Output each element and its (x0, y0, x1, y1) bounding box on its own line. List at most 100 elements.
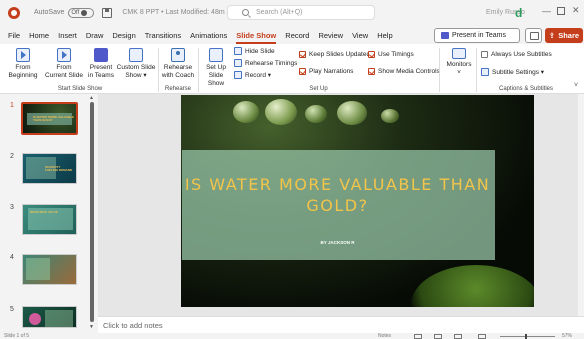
group-rehearse: Rehearse (164, 86, 191, 92)
normal-view-icon[interactable] (414, 334, 422, 339)
slide-thumbnail-1[interactable]: IS WATER MORE VALUABLE THAN GOLD? (21, 102, 78, 135)
slide-title[interactable]: IS WATER MORE VALUABLE THAN GOLD? (181, 174, 494, 216)
autosave-toggle[interactable]: Off (68, 7, 95, 18)
scroll-down-icon[interactable]: ▼ (89, 324, 94, 330)
slide-number: 2 (10, 153, 14, 160)
custom-slide-show-button[interactable]: Custom Slide Show ▾ (116, 48, 156, 80)
zoom-slider-thumb[interactable] (525, 334, 527, 339)
record-label: Record ▾ (245, 72, 272, 79)
close-icon[interactable]: ✕ (572, 5, 580, 16)
present-in-teams-ribbon-button[interactable]: Present in Teams (86, 48, 116, 80)
zoom-level[interactable]: 57% (562, 333, 572, 339)
tab-slide-show[interactable]: Slide Show (236, 31, 277, 44)
tab-file[interactable]: File (8, 31, 20, 40)
toggle-knob-icon (81, 9, 88, 16)
hide-slide-label: Hide Slide (245, 47, 275, 55)
rehearse-timings-button[interactable]: Rehearse Timings (234, 59, 297, 67)
custom-show-label-1: Custom Slide (116, 64, 156, 71)
subtitle-icon (481, 68, 489, 76)
water-drop-image (305, 105, 327, 123)
search-input[interactable]: Search (Alt+Q) (227, 5, 375, 20)
tab-home[interactable]: Home (29, 31, 49, 40)
subtitle-settings-label: Subtitle Settings ▾ (492, 69, 545, 76)
from-current-label-2: Current Slide (45, 72, 83, 79)
tab-animations[interactable]: Animations (190, 31, 227, 40)
custom-show-icon (129, 48, 143, 62)
slide-thumbnail-5[interactable] (22, 306, 77, 328)
scroll-up-icon[interactable]: ▲ (89, 95, 94, 101)
from-beginning-label-2: Beginning (8, 72, 38, 79)
designer-icon[interactable]: d (515, 6, 528, 20)
tab-insert[interactable]: Insert (58, 31, 77, 40)
thumbnail-title: IS WATER MORE VALUABLE THAN GOLD? (33, 115, 75, 122)
thumbnail-content-band (26, 258, 50, 280)
teams-icon (94, 48, 108, 62)
tab-draw[interactable]: Draw (86, 31, 104, 40)
search-placeholder: Search (Alt+Q) (256, 9, 303, 16)
from-beginning-button[interactable]: From Beginning (4, 48, 42, 80)
thumbnail-title: SCARCITY FUELING DEMAND (45, 165, 73, 172)
slide-subtitle[interactable]: BY JACKSON R (181, 240, 494, 245)
subtitle-settings-button[interactable]: Subtitle Settings ▾ (481, 68, 544, 76)
reading-view-icon[interactable] (454, 334, 462, 339)
tab-help[interactable]: Help (377, 31, 392, 40)
tab-review[interactable]: Review (318, 31, 343, 40)
slide-sorter-icon[interactable] (434, 334, 442, 339)
tab-view[interactable]: View (352, 31, 368, 40)
keep-slides-updated-checkbox[interactable]: Keep Slides Updated (299, 51, 370, 58)
status-bar: Slide 1 of 5 Notes 57% (0, 333, 584, 339)
chevron-down-icon: ˅ (457, 69, 461, 76)
hide-slide-button[interactable]: Hide Slide (234, 47, 275, 55)
play-narrations-checkbox[interactable]: Play Narrations (299, 68, 353, 75)
slide-number: 4 (10, 254, 14, 261)
monitor-icon (452, 48, 466, 59)
checkbox-checked-icon (299, 68, 306, 75)
ribbon-collapse-icon[interactable]: ˅ (574, 82, 578, 89)
notes-toggle-button[interactable]: Notes (378, 333, 391, 339)
tab-record[interactable]: Record (285, 31, 309, 40)
rehearse-coach-label-1: Rehearse (163, 64, 193, 71)
present-in-teams-button[interactable]: Present in Teams (434, 28, 520, 43)
save-icon[interactable] (102, 7, 113, 18)
zoom-slider[interactable] (500, 336, 555, 337)
comments-icon[interactable] (525, 28, 542, 43)
show-media-controls-checkbox[interactable]: Show Media Controls (368, 68, 440, 75)
tab-design[interactable]: Design (112, 31, 135, 40)
rehearse-with-coach-button[interactable]: Rehearse with Coach (160, 48, 196, 80)
tab-transitions[interactable]: Transitions (145, 31, 181, 40)
editor-scrollbar[interactable] (578, 94, 584, 316)
always-use-subtitles-label: Always Use Subtitles (491, 51, 552, 58)
hide-slide-icon (234, 47, 242, 55)
monitors-button[interactable]: Monitors ˅ (443, 48, 475, 77)
set-up-slide-show-button[interactable]: Set Up Slide Show (200, 48, 232, 88)
checkbox-checked-icon (368, 68, 375, 75)
autosave-label: AutoSave (34, 9, 65, 16)
group-captions-subtitles: Captions & Subtitles (498, 86, 554, 92)
maximize-icon[interactable] (557, 7, 565, 15)
slide-thumbnail-2[interactable]: SCARCITY FUELING DEMAND (22, 153, 77, 184)
water-drop-image (265, 99, 297, 125)
present-in-teams-label: Present in Teams (452, 32, 506, 39)
slide-thumbnail-4[interactable] (22, 254, 77, 285)
custom-show-label-2: Show ▾ (125, 72, 147, 79)
play-icon (16, 48, 30, 62)
share-button[interactable]: ⇪ Share (545, 28, 583, 43)
slide-show-view-icon[interactable] (478, 334, 486, 339)
slide-number: 3 (10, 204, 14, 211)
setup-icon (209, 48, 223, 62)
notes-pane[interactable]: Click to add notes (98, 316, 584, 333)
slide-thumbnail-3[interactable]: RESOURCE VALUE (22, 204, 77, 235)
minimize-icon[interactable]: — (542, 6, 551, 16)
always-use-subtitles-checkbox[interactable]: Always Use Subtitles (481, 51, 552, 58)
from-current-slide-button[interactable]: From Current Slide (44, 48, 84, 80)
flower-image (29, 313, 41, 325)
record-button[interactable]: Record ▾ (234, 71, 271, 79)
thumbnails-scrollbar[interactable] (90, 102, 94, 322)
powerpoint-logo-icon (8, 6, 20, 19)
file-title-text: CMK 8 PPT • Last Modified: 48m ago (122, 9, 239, 16)
search-icon (242, 9, 249, 16)
current-slide[interactable]: IS WATER MORE VALUABLE THAN GOLD? BY JAC… (181, 95, 534, 307)
play-current-icon (57, 48, 71, 62)
use-timings-checkbox[interactable]: Use Timings (368, 51, 414, 58)
slide-thumbnails-pane: 1 IS WATER MORE VALUABLE THAN GOLD? 2 SC… (0, 94, 98, 339)
